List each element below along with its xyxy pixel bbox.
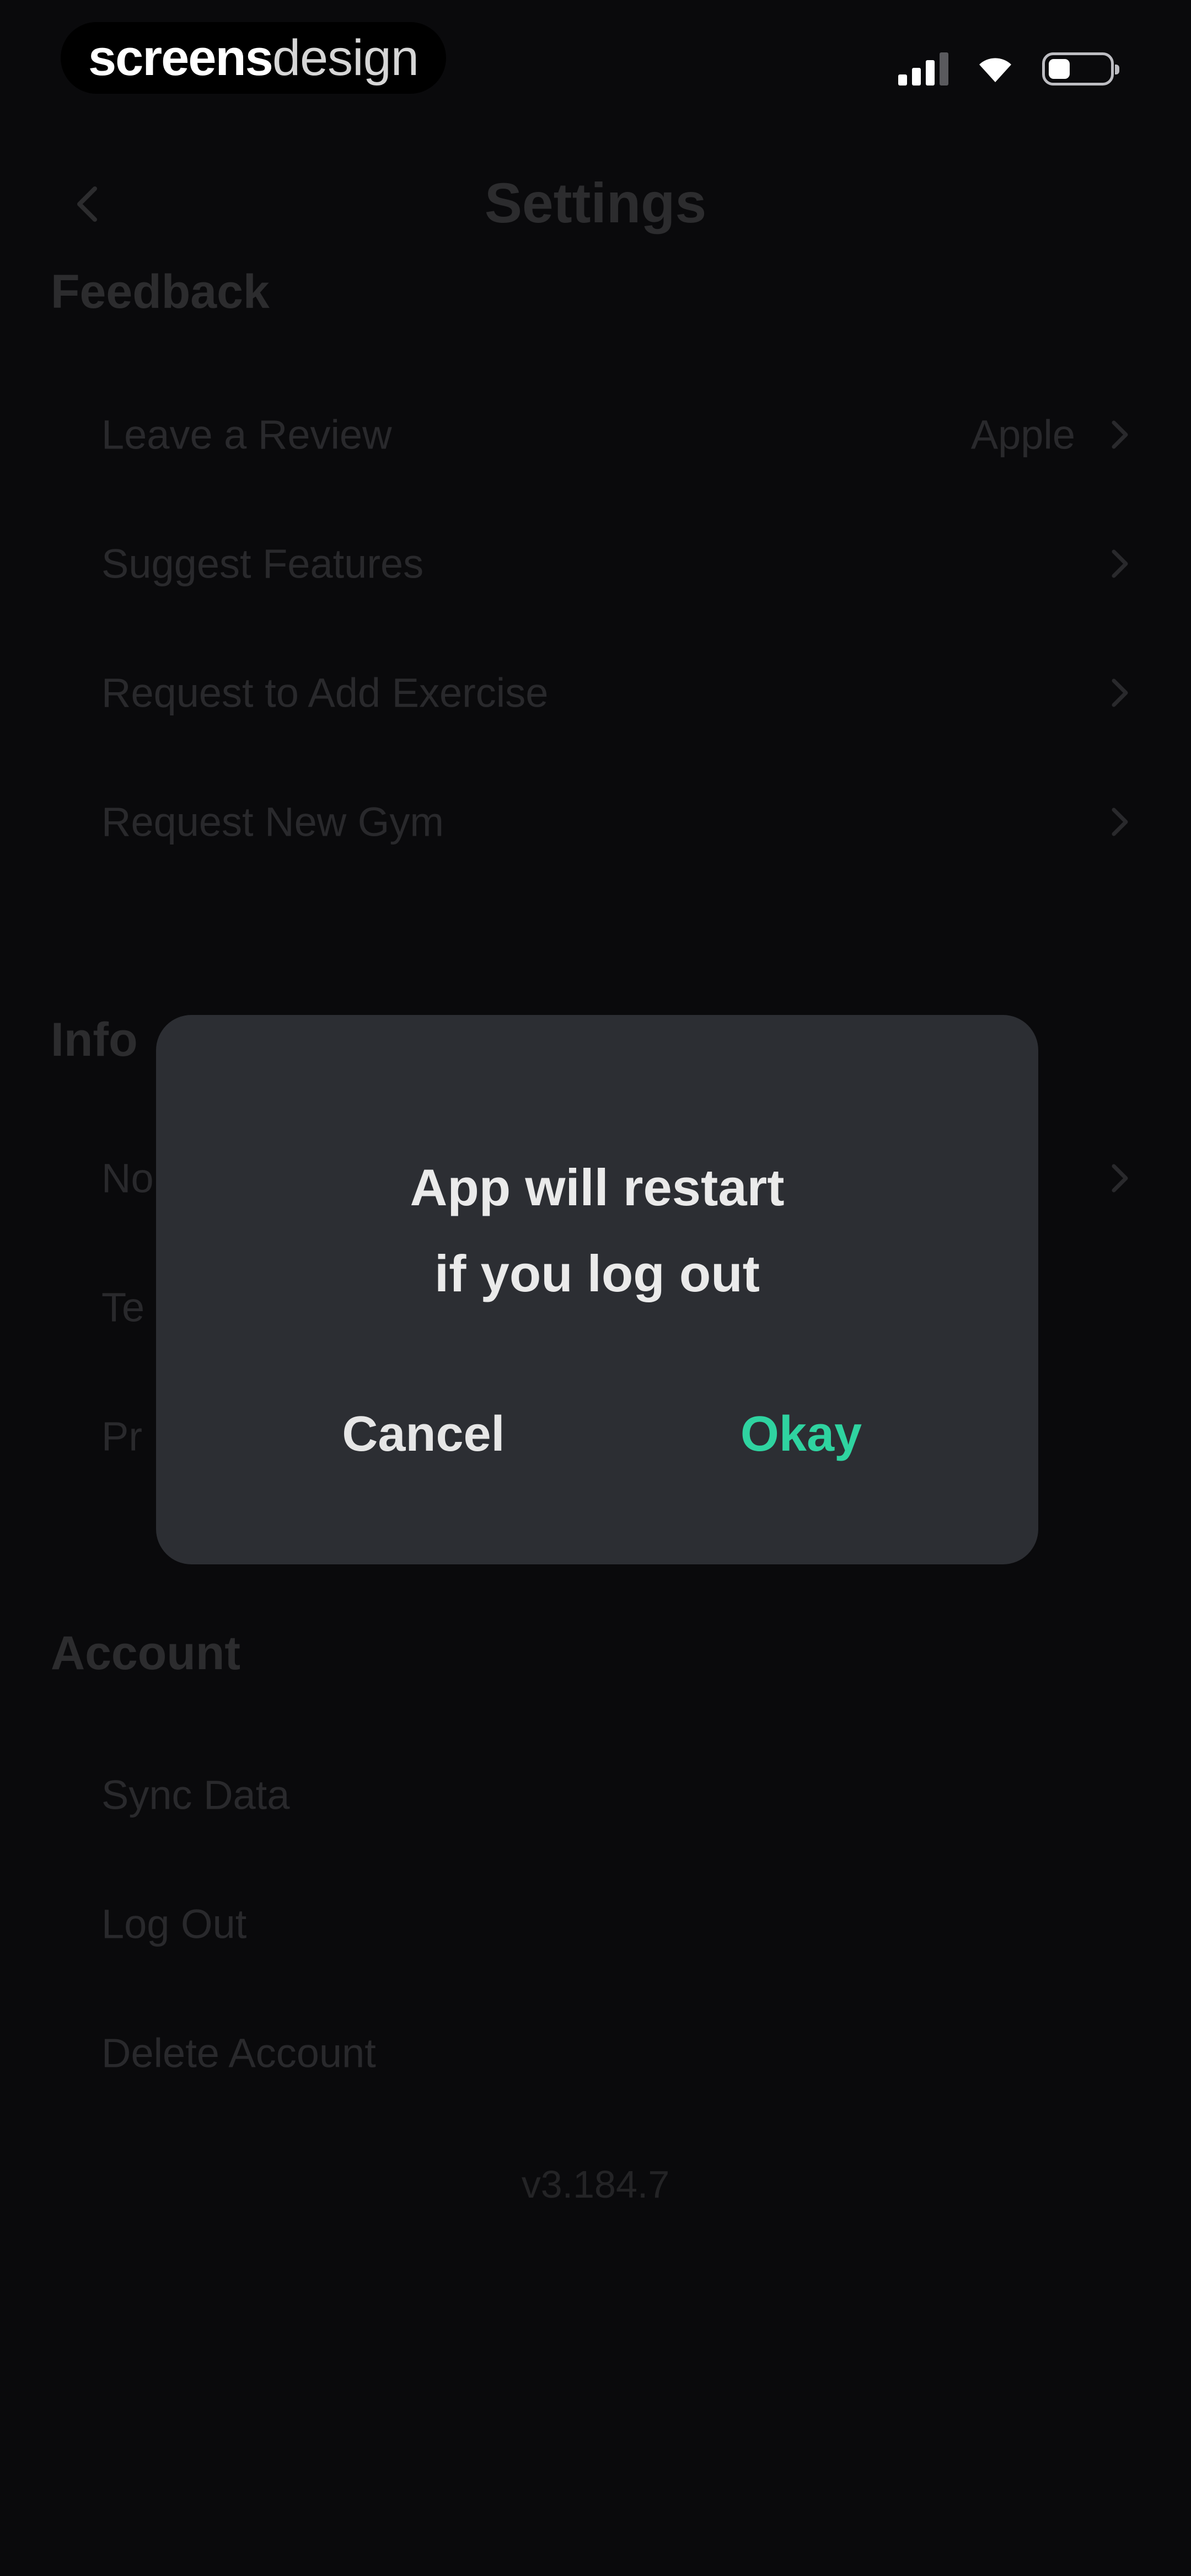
status-icons	[898, 44, 1119, 94]
dialog-message-line1: App will restart	[410, 1158, 785, 1216]
cellular-signal-icon	[898, 52, 948, 85]
logout-confirm-dialog: App will restart if you log out Cancel O…	[156, 1015, 1038, 1564]
dialog-message: App will restart if you log out	[156, 1145, 1038, 1317]
wifi-icon	[979, 58, 1011, 82]
brand-logo-part1: screens	[88, 29, 273, 86]
status-bar: screens design	[0, 0, 1191, 121]
brand-logo-part2: design	[272, 29, 419, 86]
battery-icon	[1042, 52, 1119, 85]
cancel-button[interactable]: Cancel	[286, 1396, 561, 1473]
dialog-message-line2: if you log out	[434, 1244, 760, 1302]
okay-button[interactable]: Okay	[663, 1396, 939, 1473]
brand-logo: screens design	[61, 22, 446, 94]
